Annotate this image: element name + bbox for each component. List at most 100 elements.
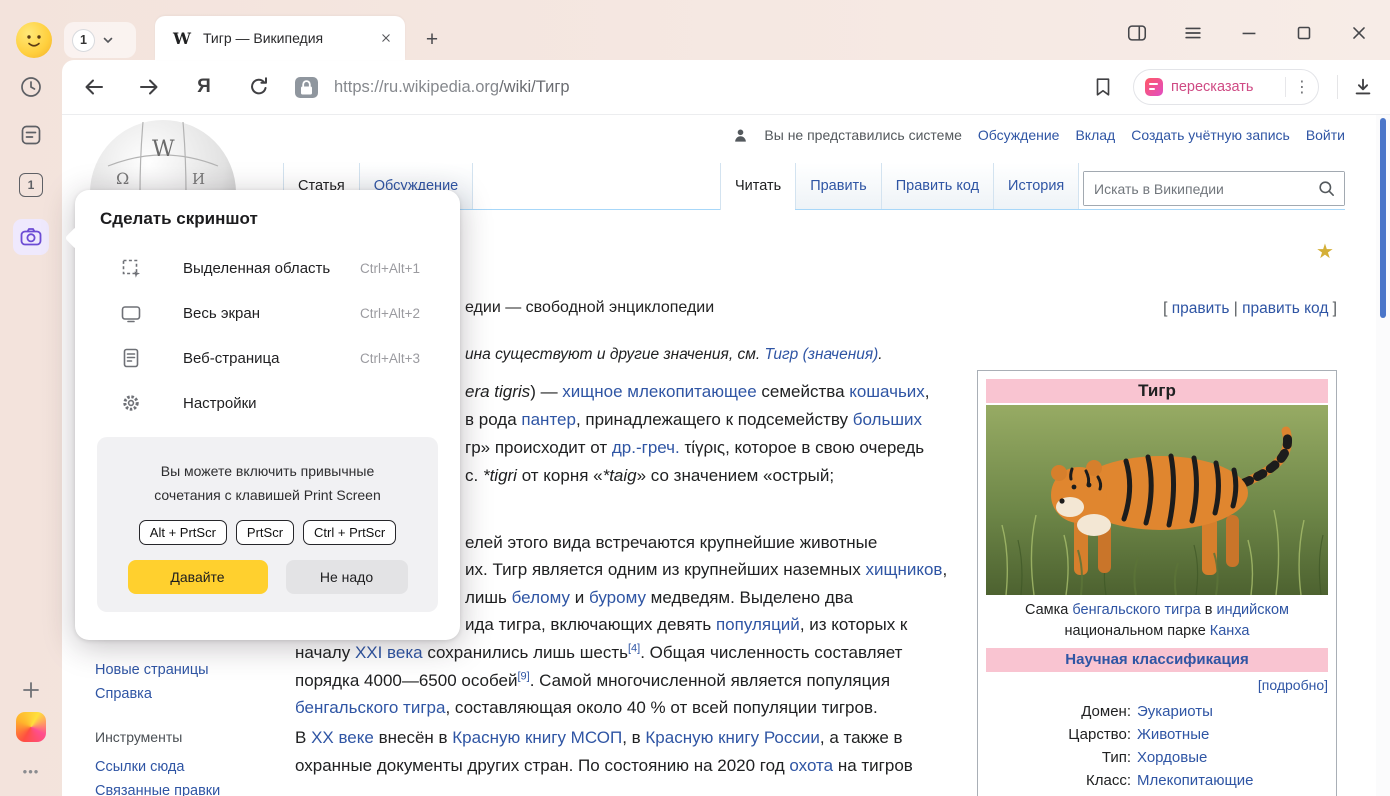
personal-link-login[interactable]: Войти bbox=[1306, 127, 1345, 143]
accept-button[interactable]: Давайте bbox=[128, 560, 268, 594]
menu-item-web-page[interactable]: Веб-страница Ctrl+Alt+3 bbox=[75, 336, 460, 381]
image-caption-line2: национальном парке Канха bbox=[986, 621, 1328, 642]
page-scrollbar[interactable] bbox=[1376, 115, 1390, 796]
search-input[interactable] bbox=[1084, 172, 1344, 205]
section-edit-links[interactable]: [ править | править код ] bbox=[1163, 300, 1337, 318]
tab-history[interactable]: История bbox=[993, 163, 1079, 209]
classification-header-link[interactable]: Научная классификация bbox=[1065, 651, 1248, 668]
tab-edit-source[interactable]: Править код bbox=[881, 163, 993, 209]
chevron-down-icon bbox=[101, 33, 115, 47]
reload-icon[interactable] bbox=[247, 75, 271, 99]
back-icon[interactable] bbox=[82, 75, 106, 99]
lock-icon[interactable] bbox=[295, 77, 318, 98]
crop-area-icon bbox=[120, 257, 142, 279]
taxo-value-kingdom[interactable]: Животные bbox=[1137, 723, 1328, 746]
side-panel-icon[interactable] bbox=[1126, 22, 1148, 44]
personal-link-contribs[interactable]: Вклад bbox=[1075, 127, 1115, 143]
window-close-icon[interactable] bbox=[1348, 22, 1370, 44]
tabs-panel-icon[interactable]: 1 bbox=[19, 173, 43, 197]
article-line: бенгальского тигра, составляющая около 4… bbox=[295, 694, 878, 722]
summarize-button[interactable]: пересказать ⋮ bbox=[1133, 69, 1319, 105]
avatar-face-icon bbox=[16, 22, 52, 58]
taxo-value-phylum[interactable]: Хордовые bbox=[1137, 746, 1328, 769]
hint-buttons-row: Давайте Не надо bbox=[97, 560, 438, 594]
sidebar-link-help[interactable]: Справка bbox=[95, 686, 152, 702]
new-tab-button[interactable]: + bbox=[420, 28, 444, 52]
article-line: гр» происходит от др.-греч. τίγρις, кото… bbox=[465, 434, 924, 462]
taxo-row: Тип:Хордовые bbox=[986, 746, 1328, 769]
article-line: в рода пантер, принадлежащего к подсемей… bbox=[465, 406, 922, 434]
key-prtscr[interactable]: PrtScr bbox=[236, 520, 294, 545]
sidebar-link-what-links-here[interactable]: Ссылки сюда bbox=[95, 759, 184, 775]
hint-line1: Вы можете включить привычные bbox=[97, 459, 438, 483]
full-screen-icon bbox=[120, 302, 142, 324]
menu-item-settings[interactable]: Настройки bbox=[75, 381, 460, 426]
downloads-icon[interactable] bbox=[1352, 76, 1376, 100]
bookmark-icon[interactable] bbox=[1092, 76, 1116, 100]
yandex-search-button[interactable]: Я bbox=[192, 75, 216, 99]
watchlist-star-icon[interactable]: ★ bbox=[1316, 239, 1334, 264]
screenshot-tool-icon[interactable] bbox=[13, 219, 49, 255]
url-bar[interactable]: https://ru.wikipedia.org/wiki/Тигр bbox=[334, 60, 570, 115]
scrollbar-thumb[interactable] bbox=[1380, 118, 1386, 318]
alice-assistant-icon[interactable] bbox=[16, 712, 46, 742]
taxo-row: Класс:Млекопитающие bbox=[986, 769, 1328, 792]
svg-text:W: W bbox=[152, 137, 175, 162]
classification-details: [подробно] bbox=[986, 675, 1328, 695]
summarize-ai-icon bbox=[1145, 78, 1163, 96]
add-panel-icon[interactable] bbox=[19, 678, 43, 702]
gear-icon bbox=[120, 392, 142, 414]
shortcut-label: Ctrl+Alt+3 bbox=[360, 336, 420, 381]
article-line: с. *tigri от корня «*taig» со значением … bbox=[465, 462, 834, 490]
key-ctrl-prtscr[interactable]: Ctrl + PrtScr bbox=[303, 520, 396, 545]
image-caption-line1: Самка бенгальского тигра в индийском bbox=[986, 600, 1328, 621]
personal-bar: Вы не представились системе Обсуждение В… bbox=[733, 127, 1345, 143]
tab-group-control[interactable]: 1 bbox=[64, 22, 136, 58]
shortcut-keys-row: Alt + PrtScr PrtScr Ctrl + PrtScr bbox=[97, 520, 438, 545]
wiki-search bbox=[1083, 171, 1345, 206]
article-line: их. Тигр является одним из крупнейших на… bbox=[465, 556, 947, 584]
wikipedia-favicon: W bbox=[173, 29, 191, 48]
search-icon[interactable] bbox=[1317, 179, 1337, 199]
tab-edit[interactable]: Править bbox=[795, 163, 881, 209]
web-page-icon bbox=[120, 347, 142, 369]
sidebar-link-related-changes[interactable]: Связанные правки bbox=[95, 783, 220, 796]
tab-close-icon[interactable] bbox=[379, 31, 393, 45]
classification-header: Научная классификация bbox=[986, 648, 1328, 672]
forward-icon[interactable] bbox=[137, 75, 161, 99]
history-icon[interactable] bbox=[19, 75, 43, 99]
profile-avatar[interactable] bbox=[16, 22, 52, 58]
menu-icon[interactable] bbox=[1182, 22, 1204, 44]
sidebar-more-icon[interactable]: ••• bbox=[19, 759, 43, 783]
url-path: /wiki/Тигр bbox=[499, 78, 569, 96]
classification-rows: Домен:Эукариоты Царство:Животные Тип:Хор… bbox=[986, 700, 1328, 792]
feed-icon[interactable] bbox=[19, 123, 43, 147]
summarize-options-icon[interactable]: ⋮ bbox=[1286, 77, 1318, 97]
hint-line2: сочетания с клавишей Print Screen bbox=[97, 483, 438, 507]
key-alt-prtscr[interactable]: Alt + PrtScr bbox=[139, 520, 227, 545]
shortcut-label: Ctrl+Alt+2 bbox=[360, 291, 420, 336]
taxo-value-class[interactable]: Млекопитающие bbox=[1137, 769, 1328, 792]
personal-link-create-account[interactable]: Создать учётную запись bbox=[1131, 127, 1290, 143]
svg-text:Ω: Ω bbox=[116, 169, 129, 188]
personal-link-talk[interactable]: Обсуждение bbox=[978, 127, 1060, 143]
window-maximize-icon[interactable] bbox=[1293, 22, 1315, 44]
taxobox-title: Тигр bbox=[986, 379, 1328, 403]
details-link[interactable]: [подробно] bbox=[1258, 677, 1328, 693]
menu-item-full-screen[interactable]: Весь экран Ctrl+Alt+2 bbox=[75, 291, 460, 336]
tiger-photo[interactable] bbox=[986, 405, 1328, 595]
article-line: era tigris) — хищное млекопитающее семей… bbox=[465, 378, 930, 406]
sidebar-tools-header: Инструменты bbox=[95, 729, 182, 745]
printscreen-hint-card: Вы можете включить привычные сочетания с… bbox=[97, 437, 438, 612]
svg-text:И: И bbox=[192, 170, 205, 188]
active-tab[interactable]: W Тигр — Википедия bbox=[155, 16, 405, 60]
taxo-value-domain[interactable]: Эукариоты bbox=[1137, 700, 1328, 723]
tab-read[interactable]: Читать bbox=[720, 163, 795, 210]
window-minimize-icon[interactable] bbox=[1238, 22, 1260, 44]
sidebar-link-new-pages[interactable]: Новые страницы bbox=[95, 662, 209, 678]
menu-item-selected-area[interactable]: Выделенная область Ctrl+Alt+1 bbox=[75, 246, 460, 291]
anon-user-label: Вы не представились системе bbox=[764, 127, 961, 143]
article-line: елей этого вида встречаются крупнейшие ж… bbox=[465, 529, 877, 557]
hatnote: ина существуют и другие значения, см. Ти… bbox=[465, 346, 883, 364]
decline-button[interactable]: Не надо bbox=[286, 560, 408, 594]
